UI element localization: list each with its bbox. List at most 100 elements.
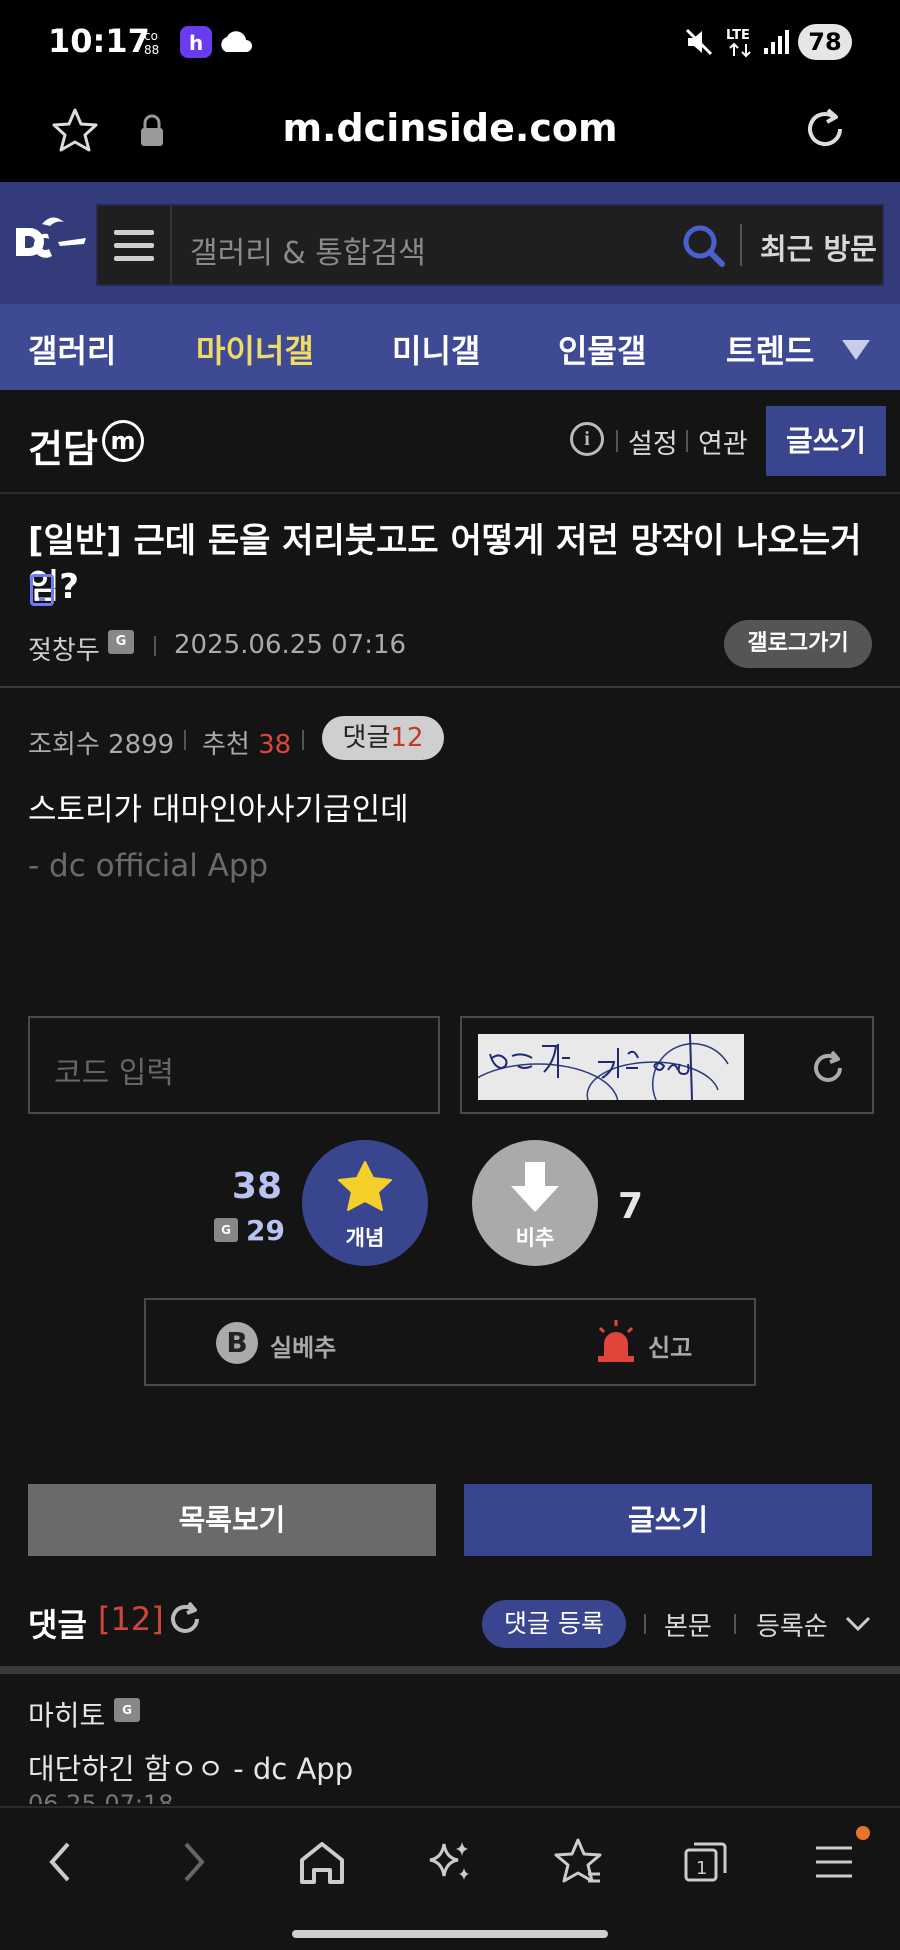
search-input[interactable]: 갤러리 & 통합검색	[190, 228, 426, 272]
category-tabs: 갤러리 마이너갤 미니갤 인물갤 트렌드	[0, 304, 900, 390]
status-time: 10:17	[48, 22, 150, 60]
downvote-label: 비추	[515, 1226, 555, 1250]
url-text[interactable]: m.dcinside.com	[0, 106, 900, 150]
write-button-top[interactable]: 글쓰기	[766, 406, 886, 476]
post-author[interactable]: 젖창두	[28, 630, 100, 667]
divider	[302, 730, 304, 750]
lte-icon: LTE	[724, 26, 760, 58]
report-button[interactable]: 신고	[648, 1328, 692, 1363]
divider	[184, 730, 186, 750]
cloud-icon	[218, 26, 254, 58]
minor-gallery-badge: m	[102, 420, 144, 462]
divider	[686, 430, 688, 452]
home-icon[interactable]	[296, 1836, 348, 1888]
divider	[740, 224, 742, 266]
best-recommend-button[interactable]: 실베추	[270, 1328, 336, 1363]
captcha-box	[460, 1016, 874, 1114]
fixed-nick-icon: G	[108, 630, 134, 654]
tab-gallery[interactable]: 갤러리	[28, 326, 116, 372]
mute-icon	[684, 26, 714, 58]
comments-refresh-icon[interactable]	[166, 1600, 204, 1638]
downvote-count: 7	[618, 1186, 644, 1227]
upvote-count: 38	[231, 1166, 282, 1207]
app-signature: - dc official App	[28, 848, 269, 884]
tab-person-gallery[interactable]: 인물갤	[558, 326, 646, 372]
post-date: 2025.06.25 07:16	[174, 630, 407, 660]
chevron-down-icon[interactable]	[844, 1610, 872, 1638]
post-title: [일반] 근데 돈을 저리붓고도 어떻게 저런 망작이 나오는거임?	[28, 521, 862, 607]
downvote-button[interactable]: 비추	[472, 1140, 598, 1266]
browser-address-bar: m.dcinside.com	[0, 84, 900, 182]
tabs-icon[interactable]: 1	[680, 1836, 732, 1888]
views-label: 조회수	[28, 730, 100, 760]
best-icon[interactable]: B	[216, 1322, 258, 1364]
search-icon[interactable]	[680, 222, 728, 270]
notification-dot	[856, 1826, 870, 1840]
tab-minor-gallery[interactable]: 마이너갤	[196, 326, 314, 372]
gallery-bar: 건담 m i 설정 연관 글쓰기	[0, 390, 900, 494]
divider	[616, 430, 618, 452]
menu-icon[interactable]	[808, 1836, 860, 1888]
divider	[154, 636, 156, 656]
comment-register-button[interactable]: 댓글 등록	[482, 1600, 626, 1648]
browser-bottom-nav: 1	[0, 1806, 900, 1950]
home-indicator[interactable]	[292, 1930, 608, 1938]
arrow-down-icon	[505, 1158, 565, 1218]
svg-text:LTE: LTE	[726, 28, 750, 43]
tab-trend[interactable]: 트렌드	[726, 326, 814, 372]
sparkle-icon[interactable]	[424, 1836, 476, 1888]
body-link[interactable]: 본문	[664, 1606, 712, 1643]
divider	[644, 1614, 646, 1634]
gallog-button[interactable]: 갤로그가기	[724, 620, 872, 668]
comment-label: 댓글	[342, 723, 391, 753]
comment-text: 대단하긴 함ㅇㅇ - dc App	[28, 1752, 354, 1786]
mobile-icon	[30, 574, 54, 606]
comments-title: 댓글	[28, 1606, 87, 1644]
comment-date: 06.25 07:18	[28, 1792, 174, 1804]
svg-text:co: co	[144, 29, 158, 43]
gallery-title[interactable]: 건담	[28, 418, 98, 473]
search-bar: 갤러리 & 통합검색 최근 방문	[96, 204, 884, 286]
comments-count: [12]	[98, 1600, 164, 1638]
recommend-value: 38	[258, 730, 292, 760]
captcha-refresh-icon[interactable]	[808, 1048, 848, 1088]
app-h-icon: h	[180, 26, 212, 58]
list-button[interactable]: 목록보기	[28, 1484, 436, 1556]
upvote-label: 개념	[345, 1226, 385, 1250]
recommend-label: 추천	[202, 730, 250, 760]
related-link[interactable]: 연관	[698, 422, 748, 461]
captcha-placeholder: 코드 입력	[54, 1056, 174, 1091]
star-icon	[335, 1158, 395, 1218]
forward-icon[interactable]	[166, 1836, 218, 1888]
comment-count-value: 12	[390, 723, 424, 753]
comment-count-badge[interactable]: 댓글12	[322, 716, 444, 760]
captcha-code-input[interactable]: 코드 입력	[28, 1016, 440, 1114]
captcha-image	[478, 1034, 744, 1100]
sort-dropdown[interactable]: 등록순	[756, 1606, 828, 1643]
divider	[0, 1666, 900, 1674]
settings-link[interactable]: 설정	[628, 422, 678, 461]
views-value: 2899	[108, 730, 175, 760]
back-icon[interactable]	[36, 1836, 88, 1888]
notification-icon: co 88	[144, 26, 170, 58]
comment-author[interactable]: 마히토	[28, 1694, 105, 1734]
status-bar: 10:17 co 88 h LTE 78	[0, 0, 900, 84]
siren-icon[interactable]	[596, 1318, 636, 1364]
reload-icon[interactable]	[800, 104, 850, 154]
info-icon[interactable]: i	[570, 422, 604, 456]
fixed-upvote-count: 29	[246, 1214, 285, 1247]
post-body: 스토리가 대마인아사기급인데	[28, 792, 409, 828]
bookmarks-star-icon[interactable]	[552, 1836, 604, 1888]
recent-visit-button[interactable]: 최근 방문	[760, 226, 877, 268]
dc-logo[interactable]	[12, 212, 90, 274]
upvote-button[interactable]: 개념	[302, 1140, 428, 1266]
view-count: 조회수 2899	[28, 724, 174, 761]
fixed-nick-icon: G	[214, 1218, 238, 1242]
chevron-down-icon[interactable]	[842, 340, 870, 360]
fixed-nick-icon: G	[114, 1698, 140, 1722]
write-button[interactable]: 글쓰기	[464, 1484, 872, 1556]
svg-text:1: 1	[696, 1858, 707, 1879]
divider	[0, 686, 900, 688]
menu-icon[interactable]	[98, 206, 172, 284]
tab-mini-gallery[interactable]: 미니갤	[392, 326, 480, 372]
